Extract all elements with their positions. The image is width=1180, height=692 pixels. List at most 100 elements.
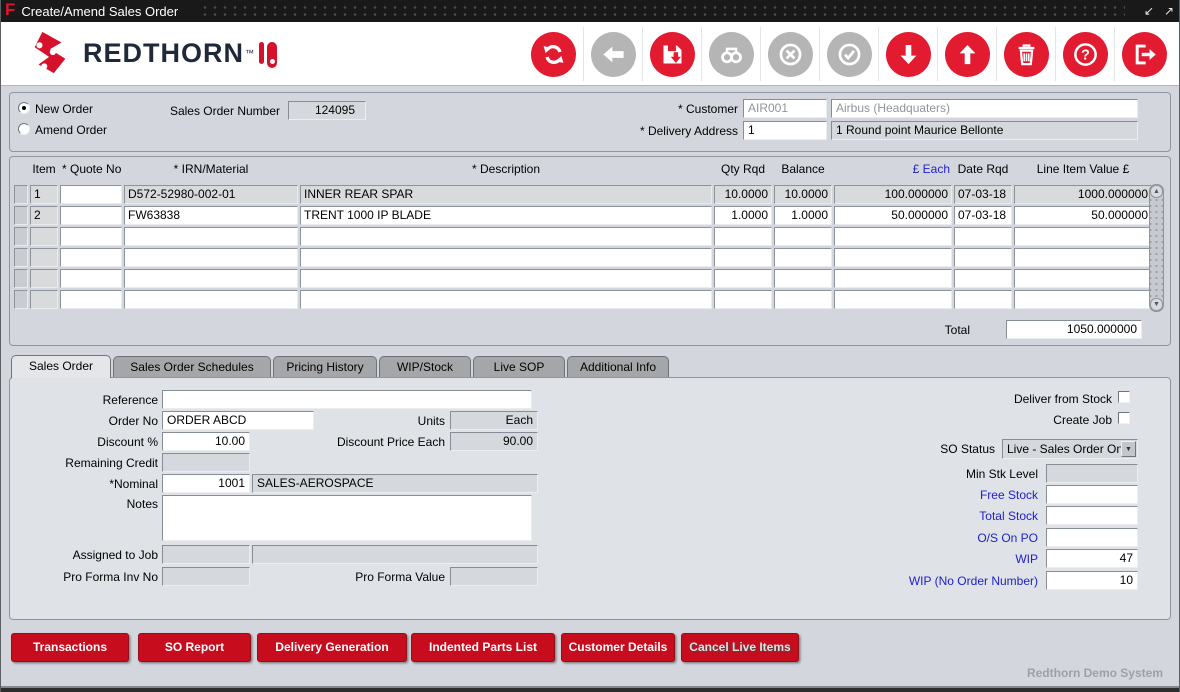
cell-description[interactable]: [300, 290, 712, 309]
row-selector[interactable]: [14, 290, 28, 309]
col-header-each[interactable]: £ Each: [834, 162, 952, 176]
so-report-button[interactable]: SO Report: [138, 633, 251, 662]
cell-item[interactable]: [30, 248, 58, 267]
cell-each[interactable]: [834, 248, 952, 267]
tab-sales-order[interactable]: Sales Order: [11, 355, 111, 378]
cell-line-item-value[interactable]: [1014, 290, 1152, 309]
cell-line-item-value[interactable]: 1000.000000: [1014, 185, 1152, 204]
cell-balance[interactable]: 1.0000: [774, 206, 832, 225]
tab-wip-stock[interactable]: WIP/Stock: [379, 356, 471, 378]
customer-details-button[interactable]: Customer Details: [561, 633, 675, 662]
cell-description[interactable]: [300, 227, 712, 246]
tab-live-sop[interactable]: Live SOP: [473, 356, 565, 378]
wip-field[interactable]: 47: [1046, 549, 1138, 568]
new-order-radio[interactable]: [18, 102, 30, 114]
cell-balance[interactable]: [774, 290, 832, 309]
cell-qty-rqd[interactable]: [714, 290, 772, 309]
cell-item[interactable]: [30, 227, 58, 246]
cell-quote-no[interactable]: [60, 206, 122, 225]
delete-button[interactable]: [996, 27, 1055, 81]
cell-balance[interactable]: [774, 227, 832, 246]
scrollbar-down-icon[interactable]: ▼: [1150, 298, 1163, 311]
cell-each[interactable]: [834, 290, 952, 309]
cell-item[interactable]: 2: [30, 206, 58, 225]
cell-line-item-value[interactable]: [1014, 269, 1152, 288]
discount-field[interactable]: 10.00: [162, 432, 250, 451]
notes-field[interactable]: [162, 495, 532, 541]
cell-irn-material[interactable]: D572-52980-002-01: [124, 185, 298, 204]
cell-qty-rqd[interactable]: 1.0000: [714, 206, 772, 225]
cell-line-item-value[interactable]: [1014, 227, 1152, 246]
cell-balance[interactable]: [774, 248, 832, 267]
cell-date-rqd[interactable]: [954, 269, 1012, 288]
cell-balance[interactable]: [774, 269, 832, 288]
cell-item[interactable]: [30, 269, 58, 288]
scroll-down-button[interactable]: [878, 27, 937, 81]
wip-no-order-number-field[interactable]: 10: [1046, 571, 1138, 590]
delivery-address-field[interactable]: 1 Round point Maurice Bellonte: [831, 121, 1138, 140]
restore-window-icon[interactable]: ↙: [1139, 4, 1159, 18]
tab-sales-order-schedules[interactable]: Sales Order Schedules: [113, 356, 271, 378]
cell-irn-material[interactable]: [124, 248, 298, 267]
customer-code-field[interactable]: AIR001: [743, 99, 827, 118]
free-stock-field[interactable]: [1046, 485, 1138, 504]
help-button[interactable]: ?: [1055, 27, 1114, 81]
total-stock-label[interactable]: Total Stock: [870, 509, 1038, 523]
tab-pricing-history[interactable]: Pricing History: [273, 356, 377, 378]
cell-quote-no[interactable]: [60, 227, 122, 246]
scrollbar-track[interactable]: [1150, 198, 1163, 298]
transactions-button[interactable]: Transactions: [11, 633, 129, 662]
scrollbar-up-icon[interactable]: ▲: [1150, 185, 1163, 198]
save-button[interactable]: [642, 27, 701, 81]
order-no-field[interactable]: ORDER ABCD: [162, 411, 314, 430]
cell-description[interactable]: INNER REAR SPAR: [300, 185, 712, 204]
cell-line-item-value[interactable]: [1014, 248, 1152, 267]
cell-quote-no[interactable]: [60, 185, 122, 204]
grid-scrollbar[interactable]: ▲ ▼: [1149, 184, 1164, 312]
cell-date-rqd[interactable]: [954, 290, 1012, 309]
row-selector[interactable]: [14, 227, 28, 246]
nominal-code-field[interactable]: 1001: [162, 474, 250, 493]
refresh-button[interactable]: [524, 27, 583, 81]
exit-button[interactable]: [1114, 27, 1173, 81]
create-job-checkbox[interactable]: [1118, 412, 1130, 424]
cell-date-rqd[interactable]: [954, 227, 1012, 246]
cell-qty-rqd[interactable]: 10.0000: [714, 185, 772, 204]
cell-irn-material[interactable]: [124, 227, 298, 246]
cell-each[interactable]: 50.000000: [834, 206, 952, 225]
amend-order-radio[interactable]: [18, 123, 30, 135]
cell-qty-rqd[interactable]: [714, 248, 772, 267]
scroll-up-button[interactable]: [937, 27, 996, 81]
cell-quote-no[interactable]: [60, 290, 122, 309]
delivery-code-field[interactable]: 1: [743, 121, 827, 140]
tab-additional-info[interactable]: Additional Info: [567, 356, 669, 378]
chevron-down-icon[interactable]: ▼: [1121, 441, 1136, 457]
cell-quote-no[interactable]: [60, 269, 122, 288]
cell-each[interactable]: 100.000000: [834, 185, 952, 204]
cell-qty-rqd[interactable]: [714, 269, 772, 288]
cell-date-rqd[interactable]: 07-03-18: [954, 185, 1012, 204]
cell-quote-no[interactable]: [60, 248, 122, 267]
indented-parts-list-button[interactable]: Indented Parts List: [411, 633, 555, 662]
wip-no-order-number-label[interactable]: WIP (No Order Number): [840, 574, 1038, 588]
cell-item[interactable]: 1: [30, 185, 58, 204]
so-status-dropdown[interactable]: Live - Sales Order Only ▼: [1002, 439, 1138, 459]
sales-order-number-field[interactable]: 124095: [288, 101, 366, 120]
cell-irn-material[interactable]: [124, 269, 298, 288]
cell-irn-material[interactable]: [124, 290, 298, 309]
cell-line-item-value[interactable]: 50.000000: [1014, 206, 1152, 225]
cell-irn-material[interactable]: FW63838: [124, 206, 298, 225]
cell-date-rqd[interactable]: [954, 248, 1012, 267]
cell-description[interactable]: TRENT 1000 IP BLADE: [300, 206, 712, 225]
os-on-po-field[interactable]: [1046, 528, 1138, 547]
total-stock-field[interactable]: [1046, 506, 1138, 525]
cell-item[interactable]: [30, 290, 58, 309]
cell-date-rqd[interactable]: 07-03-18: [954, 206, 1012, 225]
row-selector[interactable]: [14, 185, 28, 204]
row-selector[interactable]: [14, 269, 28, 288]
deliver-from-stock-checkbox[interactable]: [1118, 391, 1130, 403]
customer-name-field[interactable]: Airbus (Headquaters): [831, 99, 1138, 118]
wip-label[interactable]: WIP: [870, 552, 1038, 566]
cell-description[interactable]: [300, 248, 712, 267]
maximize-window-icon[interactable]: ↗: [1159, 4, 1179, 18]
